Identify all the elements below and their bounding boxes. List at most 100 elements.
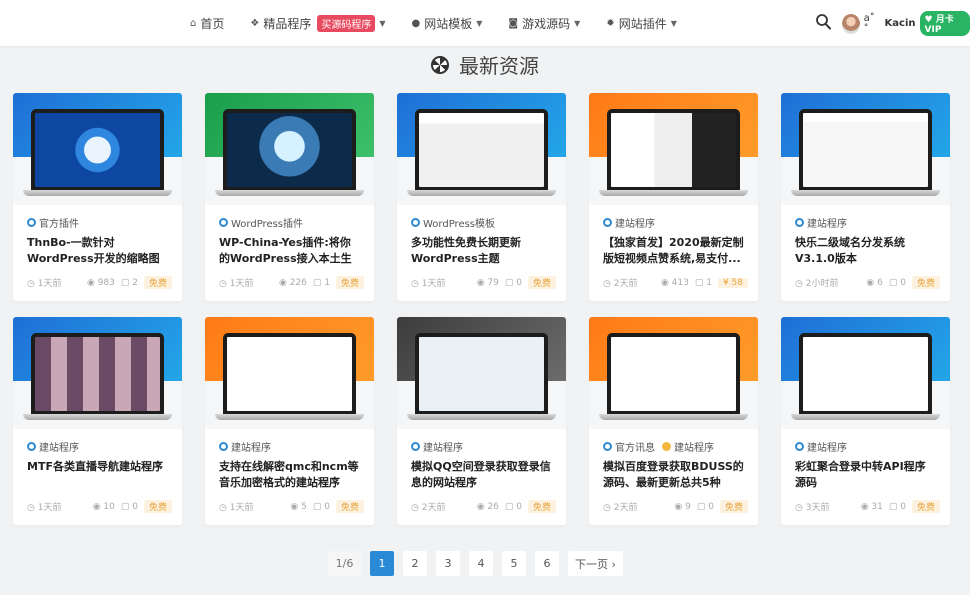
card-category[interactable]: 建站程序 bbox=[27, 439, 168, 454]
nav-item-games[interactable]: ◙ 游戏源码 ▼ bbox=[508, 15, 580, 32]
views-label: 79 bbox=[487, 277, 499, 288]
laptop-mockup bbox=[31, 109, 164, 191]
category-label: WordPress插件 bbox=[231, 219, 304, 230]
comments-count: ▢ 1 bbox=[694, 277, 712, 288]
page-button-2[interactable]: 2 bbox=[403, 551, 427, 576]
page-button-3[interactable]: 3 bbox=[436, 551, 460, 576]
vip-badge: ♥ 月卡VIP bbox=[919, 11, 970, 36]
username: Kacin bbox=[884, 18, 916, 29]
card-thumbnail[interactable] bbox=[589, 317, 758, 429]
category-icon bbox=[795, 442, 804, 451]
card-category[interactable]: 建站程序 bbox=[795, 439, 936, 454]
vip-label: 月卡VIP bbox=[924, 15, 954, 35]
resource-card[interactable]: 建站程序 模拟QQ空间登录获取登录信息的网站程序 ◷ 2天前 ◉ 26 ▢ 0 … bbox=[397, 317, 566, 525]
card-thumbnail[interactable] bbox=[781, 93, 950, 205]
category-icon bbox=[795, 218, 804, 227]
category-icon bbox=[219, 218, 228, 227]
globe-icon: ● bbox=[411, 17, 421, 29]
card-time: ◷ 2小时前 bbox=[795, 279, 839, 289]
user-menu[interactable]: a˚ ˚ Kacin ♥ 月卡VIP bbox=[842, 11, 970, 36]
card-thumbnail[interactable] bbox=[13, 93, 182, 205]
comments-label: 1 bbox=[324, 277, 330, 288]
card-category[interactable]: 官方讯息 建站程序 bbox=[603, 439, 744, 454]
views-count: ◉ 26 bbox=[476, 501, 499, 512]
laptop-mockup bbox=[223, 333, 356, 415]
card-thumbnail[interactable] bbox=[13, 317, 182, 429]
comments-count: ▢ 1 bbox=[312, 277, 330, 288]
card-title[interactable]: 模拟百度登录获取BDUSS的源码、最新更新总共5种获... bbox=[603, 459, 744, 491]
card-thumbnail[interactable] bbox=[397, 317, 566, 429]
category-label: WordPress模板 bbox=[423, 219, 496, 230]
resource-card[interactable]: 建站程序 支持在线解密qmc和ncm等音乐加密格式的建站程序 ◷ 1天前 ◉ 5… bbox=[205, 317, 374, 525]
card-title[interactable]: 快乐二级域名分发系统V3.1.0版本 bbox=[795, 235, 936, 267]
laptop-mockup bbox=[607, 109, 740, 191]
views-count: ◉ 226 bbox=[278, 277, 307, 288]
card-time: ◷ 2天前 bbox=[411, 503, 446, 513]
avatar[interactable] bbox=[842, 13, 860, 34]
time-label: 2天前 bbox=[613, 503, 638, 513]
card-category[interactable]: 官方插件 bbox=[27, 215, 168, 230]
card-meta: ◷ 1天前 ◉ 79 ▢ 0 免费 bbox=[411, 276, 556, 289]
card-title[interactable]: MTF各类直播导航建站程序 bbox=[27, 459, 168, 491]
card-category[interactable]: 建站程序 bbox=[603, 215, 744, 230]
next-page-button[interactable]: 下一页 › bbox=[568, 551, 623, 576]
resource-card[interactable]: 官方讯息 建站程序 模拟百度登录获取BDUSS的源码、最新更新总共5种获... … bbox=[589, 317, 758, 525]
time-label: 1天前 bbox=[37, 503, 62, 513]
page-total: 1/6 bbox=[328, 551, 361, 576]
resource-grid: 官方插件 ThnBo-一款针对WordPress开发的缩略图美化插件,为广...… bbox=[13, 93, 950, 525]
gamepad-icon: ◙ bbox=[508, 17, 519, 29]
views-label: 6 bbox=[877, 277, 883, 288]
card-category[interactable]: 建站程序 bbox=[411, 439, 552, 454]
comments-count: ▢ 0 bbox=[504, 277, 522, 288]
resource-card[interactable]: WordPress模板 多功能性免费长期更新WordPress主题CorePre… bbox=[397, 93, 566, 301]
comments-count: ▢ 0 bbox=[888, 277, 906, 288]
resource-card[interactable]: 建站程序 【独家首发】2020最新定制版短视频点赞系统,易支付... ◷ 2天前… bbox=[589, 93, 758, 301]
resource-card[interactable]: 建站程序 彩虹聚合登录中转API程序源码 ◷ 3天前 ◉ 31 ▢ 0 免费 bbox=[781, 317, 950, 525]
laptop-mockup bbox=[799, 109, 932, 191]
time-label: 3天前 bbox=[805, 503, 830, 513]
views-label: 26 bbox=[487, 501, 499, 512]
page-button-6[interactable]: 6 bbox=[535, 551, 559, 576]
category-label: 建站程序 bbox=[231, 443, 271, 454]
card-thumbnail[interactable] bbox=[589, 93, 758, 205]
nav-item-plugins[interactable]: ✹ 网站插件 ▼ bbox=[606, 15, 677, 32]
card-time: ◷ 1天前 bbox=[411, 279, 446, 289]
card-time: ◷ 1天前 bbox=[27, 503, 62, 513]
laptop-mockup bbox=[607, 333, 740, 415]
card-title[interactable]: 彩虹聚合登录中转API程序源码 bbox=[795, 459, 936, 491]
card-thumbnail[interactable] bbox=[781, 317, 950, 429]
card-title[interactable]: 支持在线解密qmc和ncm等音乐加密格式的建站程序 bbox=[219, 459, 360, 491]
nav-item-home[interactable]: ⌂ 首页 bbox=[190, 15, 224, 32]
card-category[interactable]: 建站程序 bbox=[219, 439, 360, 454]
category-label: 建站程序 bbox=[39, 443, 79, 454]
resource-card[interactable]: 建站程序 快乐二级域名分发系统V3.1.0版本 ◷ 2小时前 ◉ 6 ▢ 0 免… bbox=[781, 93, 950, 301]
category-label: 建站程序 bbox=[807, 443, 847, 454]
card-meta: ◷ 2天前 ◉ 9 ▢ 0 免费 bbox=[603, 500, 748, 513]
page-button-5[interactable]: 5 bbox=[502, 551, 526, 576]
comments-label: 0 bbox=[132, 501, 138, 512]
card-category[interactable]: WordPress插件 bbox=[219, 215, 360, 230]
card-thumbnail[interactable] bbox=[205, 93, 374, 205]
views-label: 226 bbox=[289, 277, 307, 288]
card-thumbnail[interactable] bbox=[205, 317, 374, 429]
page-button-1[interactable]: 1 bbox=[370, 551, 394, 576]
resource-card[interactable]: WordPress插件 WP-China-Yes插件:将你的WordPress接… bbox=[205, 93, 374, 301]
card-title[interactable]: 【独家首发】2020最新定制版短视频点赞系统,易支付... bbox=[603, 235, 744, 267]
resource-card[interactable]: 建站程序 MTF各类直播导航建站程序 ◷ 1天前 ◉ 10 ▢ 0 免费 bbox=[13, 317, 182, 525]
price-badge: 免费 bbox=[527, 500, 556, 513]
nav-item-templates[interactable]: ● 网站模板 ▼ bbox=[412, 15, 483, 32]
search-icon[interactable] bbox=[815, 13, 831, 31]
card-category[interactable]: 建站程序 bbox=[795, 215, 936, 230]
card-time: ◷ 1天前 bbox=[219, 503, 254, 513]
card-title[interactable]: 多功能性免费长期更新WordPress主题CorePressv1.8... bbox=[411, 235, 552, 267]
page-button-4[interactable]: 4 bbox=[469, 551, 493, 576]
card-title[interactable]: WP-China-Yes插件:将你的WordPress接入本土生态体... bbox=[219, 235, 360, 267]
card-time: ◷ 2天前 bbox=[603, 503, 638, 513]
resource-card[interactable]: 官方插件 ThnBo-一款针对WordPress开发的缩略图美化插件,为广...… bbox=[13, 93, 182, 301]
card-title[interactable]: ThnBo-一款针对WordPress开发的缩略图美化插件,为广... bbox=[27, 235, 168, 267]
card-thumbnail[interactable] bbox=[397, 93, 566, 205]
card-title[interactable]: 模拟QQ空间登录获取登录信息的网站程序 bbox=[411, 459, 552, 491]
price-badge: 免费 bbox=[911, 276, 940, 289]
nav-item-premium[interactable]: ❖ 精品程序 买源码程序 ▼ bbox=[250, 14, 386, 32]
card-category[interactable]: WordPress模板 bbox=[411, 215, 552, 230]
